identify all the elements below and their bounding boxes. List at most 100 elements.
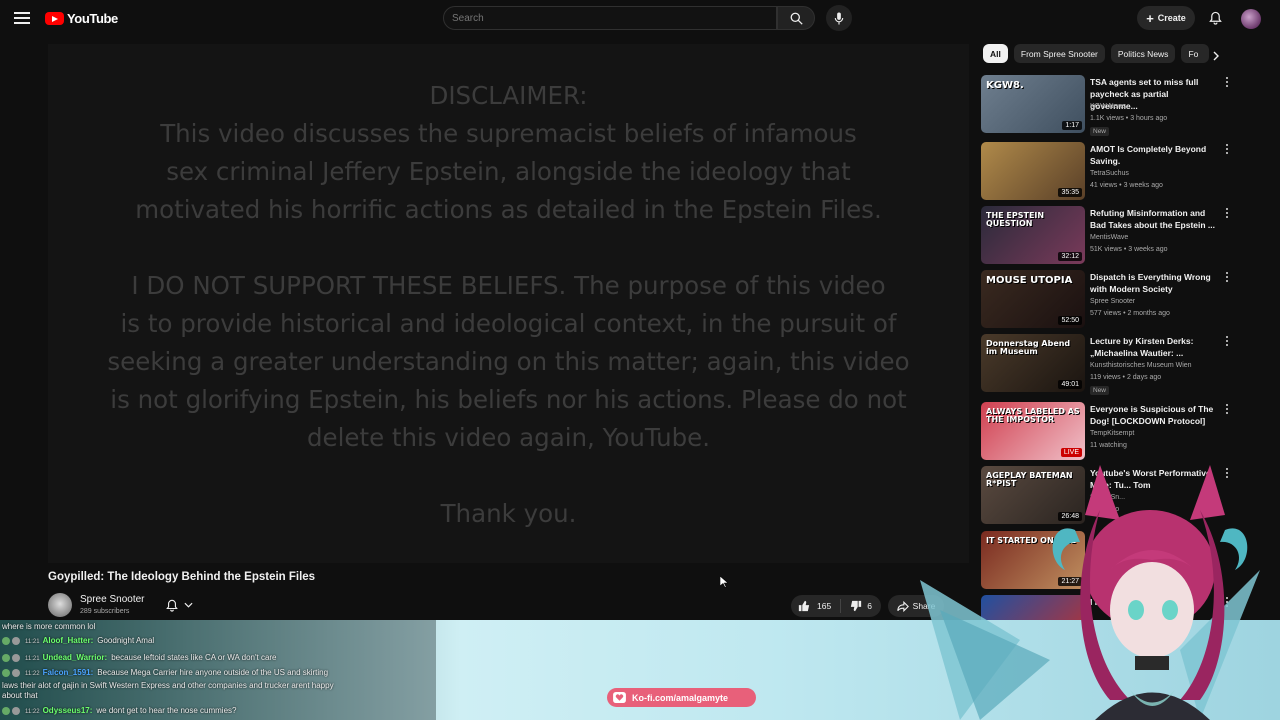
like-button[interactable]: 165: [791, 599, 842, 613]
video-title: Goypilled: The Ideology Behind the Epste…: [48, 571, 316, 583]
chat-text: Because Mega Carrier hire anyone outside…: [97, 668, 329, 677]
thumbs-up-icon: [798, 600, 810, 612]
recommended-video[interactable]: Donnerstag Abend im Museum 49:01 Lecture b…: [981, 334, 1231, 395]
heart-icon: [613, 692, 626, 703]
subscription-bell-button[interactable]: [160, 594, 206, 616]
chevron-right-icon: [1213, 51, 1219, 61]
vtuber-avatar: [920, 465, 1260, 720]
more-options-icon[interactable]: [1224, 404, 1230, 418]
recommended-meta: 577 views • 2 months ago: [1090, 310, 1170, 317]
chat-text: because leftoid states like CA or WA don…: [111, 653, 277, 662]
video-duration: 32:12: [1058, 252, 1082, 261]
search-box[interactable]: [443, 6, 777, 30]
account-avatar[interactable]: [1241, 9, 1261, 29]
recommended-video[interactable]: 35:35 AMOT Is Completely Beyond Saving. Te…: [981, 142, 1231, 202]
video-thumbnail[interactable]: 35:35: [981, 142, 1085, 200]
recommended-channel[interactable]: Kunsthistorisches Museum Wien: [1090, 362, 1192, 369]
more-options-icon[interactable]: [1224, 336, 1230, 350]
chat-message: 11:22 Odysseus17: we dont get to hear the …: [2, 706, 236, 715]
recommended-video[interactable]: THE EPSTEIN QUESTION 32:12 Refuting Misinf…: [981, 206, 1231, 266]
recommended-title[interactable]: Everyone is Suspicious of The Dog! [LOCK…: [1090, 403, 1216, 427]
microphone-icon: [834, 11, 844, 25]
recommended-meta: 11 watching: [1090, 442, 1127, 449]
chip-from-channel[interactable]: From Spree Snooter: [1013, 44, 1105, 63]
chat-panel: where is more common lol 11:21 Aloof_Hatt…: [0, 620, 436, 720]
menu-icon[interactable]: [14, 12, 30, 24]
chat-timestamp: 11:22: [25, 671, 40, 677]
thumbnail-text: MOUSE UTOPIA: [986, 275, 1073, 286]
chip-politics-news[interactable]: Politics News: [1110, 44, 1176, 63]
more-options-icon[interactable]: [1224, 77, 1230, 91]
kofi-link[interactable]: Ko-fi.com/amalgamyte: [607, 688, 756, 707]
user-avatar-icon: [12, 653, 20, 662]
video-thumbnail[interactable]: KGW8. 1:17: [981, 75, 1085, 133]
video-duration: 49:01: [1058, 380, 1082, 389]
chat-username: Falcon_1591:: [42, 668, 94, 677]
recommended-meta: 1.1K views • 3 hours ago: [1090, 115, 1168, 122]
chat-text: we dont get to hear the nose cummies?: [96, 706, 237, 715]
channel-name[interactable]: Spree Snooter: [80, 594, 145, 605]
chat-message: laws their alot of gajin in Swift Wester…: [2, 681, 334, 690]
video-player[interactable]: DISCLAIMER: This video discusses the sup…: [48, 44, 969, 563]
search-button[interactable]: [777, 6, 815, 30]
disclaimer-paragraph-1: This video discusses the supremacist bel…: [135, 119, 882, 224]
channel-avatar[interactable]: [48, 593, 72, 617]
chat-text: about that: [2, 691, 38, 700]
youtube-play-icon: [45, 12, 64, 25]
video-thumbnail[interactable]: THE EPSTEIN QUESTION 32:12: [981, 206, 1085, 264]
create-button[interactable]: + Create: [1137, 6, 1195, 30]
recommended-video[interactable]: MOUSE UTOPIA 52:50 Dispatch is Everything …: [981, 270, 1231, 330]
thumbnail-text: ALWAYS LABELED AS THE IMPOSTOR: [986, 407, 1080, 424]
user-badge-icon: [2, 668, 10, 677]
disclaimer-thanks: Thank you.: [440, 499, 577, 528]
recommended-channel[interactable]: TetraSuchus: [1090, 170, 1129, 177]
recommended-video[interactable]: KGW8. 1:17 TSA agents set to miss full pay…: [981, 75, 1231, 136]
recommended-meta: 41 views • 3 weeks ago: [1090, 182, 1163, 189]
recommended-channel[interactable]: MentisWave: [1090, 234, 1128, 241]
filter-chips: All From Spree Snooter Politics News Fo: [983, 44, 1210, 63]
chip-truncated[interactable]: Fo: [1181, 44, 1210, 63]
create-label: Create: [1157, 13, 1186, 23]
disclaimer-paragraph-2: I DO NOT SUPPORT THESE BELIEFS. The purp…: [107, 271, 910, 452]
chips-next-button[interactable]: [1209, 49, 1223, 63]
new-badge: New: [1090, 127, 1110, 136]
recommended-video[interactable]: ALWAYS LABELED AS THE IMPOSTOR LIVE Everyo…: [981, 402, 1231, 462]
recommended-title[interactable]: AMOT Is Completely Beyond Saving.: [1090, 143, 1216, 167]
user-avatar-icon: [12, 636, 20, 645]
recommended-title[interactable]: Dispatch is Everything Wrong with Modern…: [1090, 271, 1216, 295]
video-duration: 35:35: [1058, 188, 1082, 197]
chat-message: 11:21 Undead_Warrior: because leftoid stat…: [2, 653, 277, 662]
recommended-channel[interactable]: Spree Snooter: [1090, 298, 1135, 305]
more-options-icon[interactable]: [1224, 144, 1230, 158]
more-options-icon[interactable]: [1224, 272, 1230, 286]
chat-username: Aloof_Hatter:: [42, 636, 94, 645]
thumbnail-text: THE EPSTEIN QUESTION: [986, 211, 1045, 228]
bell-icon: [1208, 11, 1222, 25]
user-avatar-icon: [12, 706, 20, 715]
recommended-title[interactable]: Refuting Misinformation and Bad Takes ab…: [1090, 207, 1216, 231]
thumbnail-text: Donnerstag Abend im Museum: [986, 339, 1071, 356]
plus-icon: +: [1146, 10, 1154, 26]
video-thumbnail[interactable]: MOUSE UTOPIA 52:50: [981, 270, 1085, 328]
chat-timestamp: 11:21: [25, 639, 40, 645]
recommended-meta: 119 views • 2 days ago: [1090, 374, 1162, 381]
search-icon: [790, 12, 803, 25]
like-dislike-group: 165 6: [791, 595, 881, 617]
recommended-title[interactable]: Lecture by Kirsten Derks: „Michaelina Wa…: [1090, 335, 1216, 359]
youtube-logo[interactable]: YouTube: [45, 11, 118, 26]
video-thumbnail[interactable]: ALWAYS LABELED AS THE IMPOSTOR LIVE: [981, 402, 1085, 460]
more-options-icon[interactable]: [1224, 208, 1230, 222]
thumbnail-text: KGW8.: [986, 80, 1024, 91]
recommended-channel[interactable]: TempKitsempt: [1090, 430, 1134, 437]
like-count: 165: [817, 601, 832, 611]
chat-message: about that: [2, 691, 38, 700]
notifications-button[interactable]: [1206, 9, 1224, 27]
dislike-button[interactable]: 6: [841, 600, 872, 612]
video-thumbnail[interactable]: Donnerstag Abend im Museum 49:01: [981, 334, 1085, 392]
search-input[interactable]: [444, 7, 760, 29]
chip-all[interactable]: All: [983, 44, 1008, 63]
new-badge: New: [1090, 386, 1110, 395]
recommended-channel[interactable]: KGW News: [1090, 103, 1126, 110]
chat-message: 11:21 Aloof_Hatter: Goodnight Amal: [2, 636, 154, 645]
voice-search-button[interactable]: [826, 5, 852, 31]
